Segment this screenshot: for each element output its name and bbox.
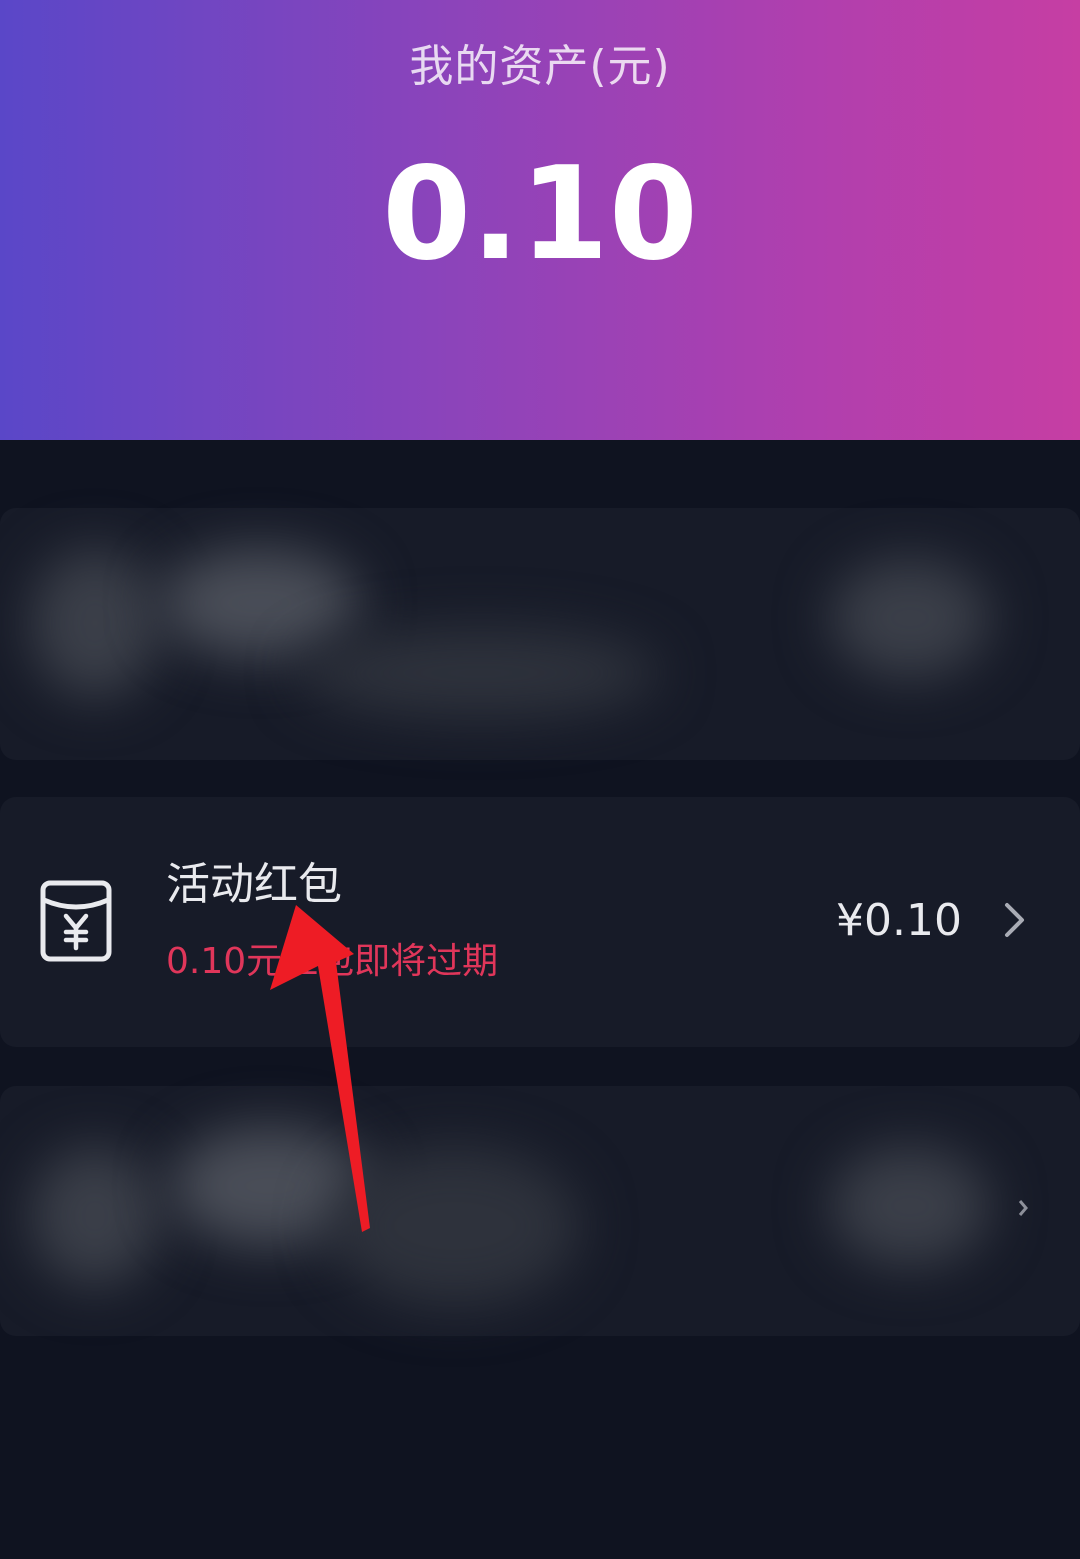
blurred-icon-placeholder <box>30 548 160 698</box>
red-packet-icon <box>40 880 112 962</box>
blurred-subtext-placeholder <box>300 628 660 718</box>
red-packet-expiry-notice: 0.10元红包即将过期 <box>166 941 499 982</box>
chevron-right-icon <box>1018 1200 1028 1216</box>
red-packet-value: ¥0.10 <box>836 895 962 946</box>
blurred-value-placeholder <box>830 1146 990 1266</box>
blurred-subtext-placeholder <box>330 1146 580 1306</box>
blurred-icon-placeholder <box>30 1146 160 1286</box>
blurred-text-placeholder <box>160 548 360 658</box>
activity-red-packet-row[interactable]: 活动红包 0.10元红包即将过期 ¥0.10 <box>0 797 1080 1047</box>
assets-title: 我的资产(元) <box>409 41 671 92</box>
red-packet-title: 活动红包 <box>166 859 342 910</box>
blurred-value-placeholder <box>830 558 990 678</box>
my-assets-page: 我的资产(元) 0.10 活动红包 0.10元红包即将过期 ¥0.10 <box>0 0 1080 1559</box>
assets-header: 我的资产(元) 0.10 <box>0 0 1080 440</box>
blurred-list-item-top[interactable] <box>0 508 1080 760</box>
blurred-list-item-bottom[interactable] <box>0 1086 1080 1336</box>
chevron-right-icon <box>1005 903 1024 937</box>
assets-amount: 0.10 <box>382 140 698 289</box>
